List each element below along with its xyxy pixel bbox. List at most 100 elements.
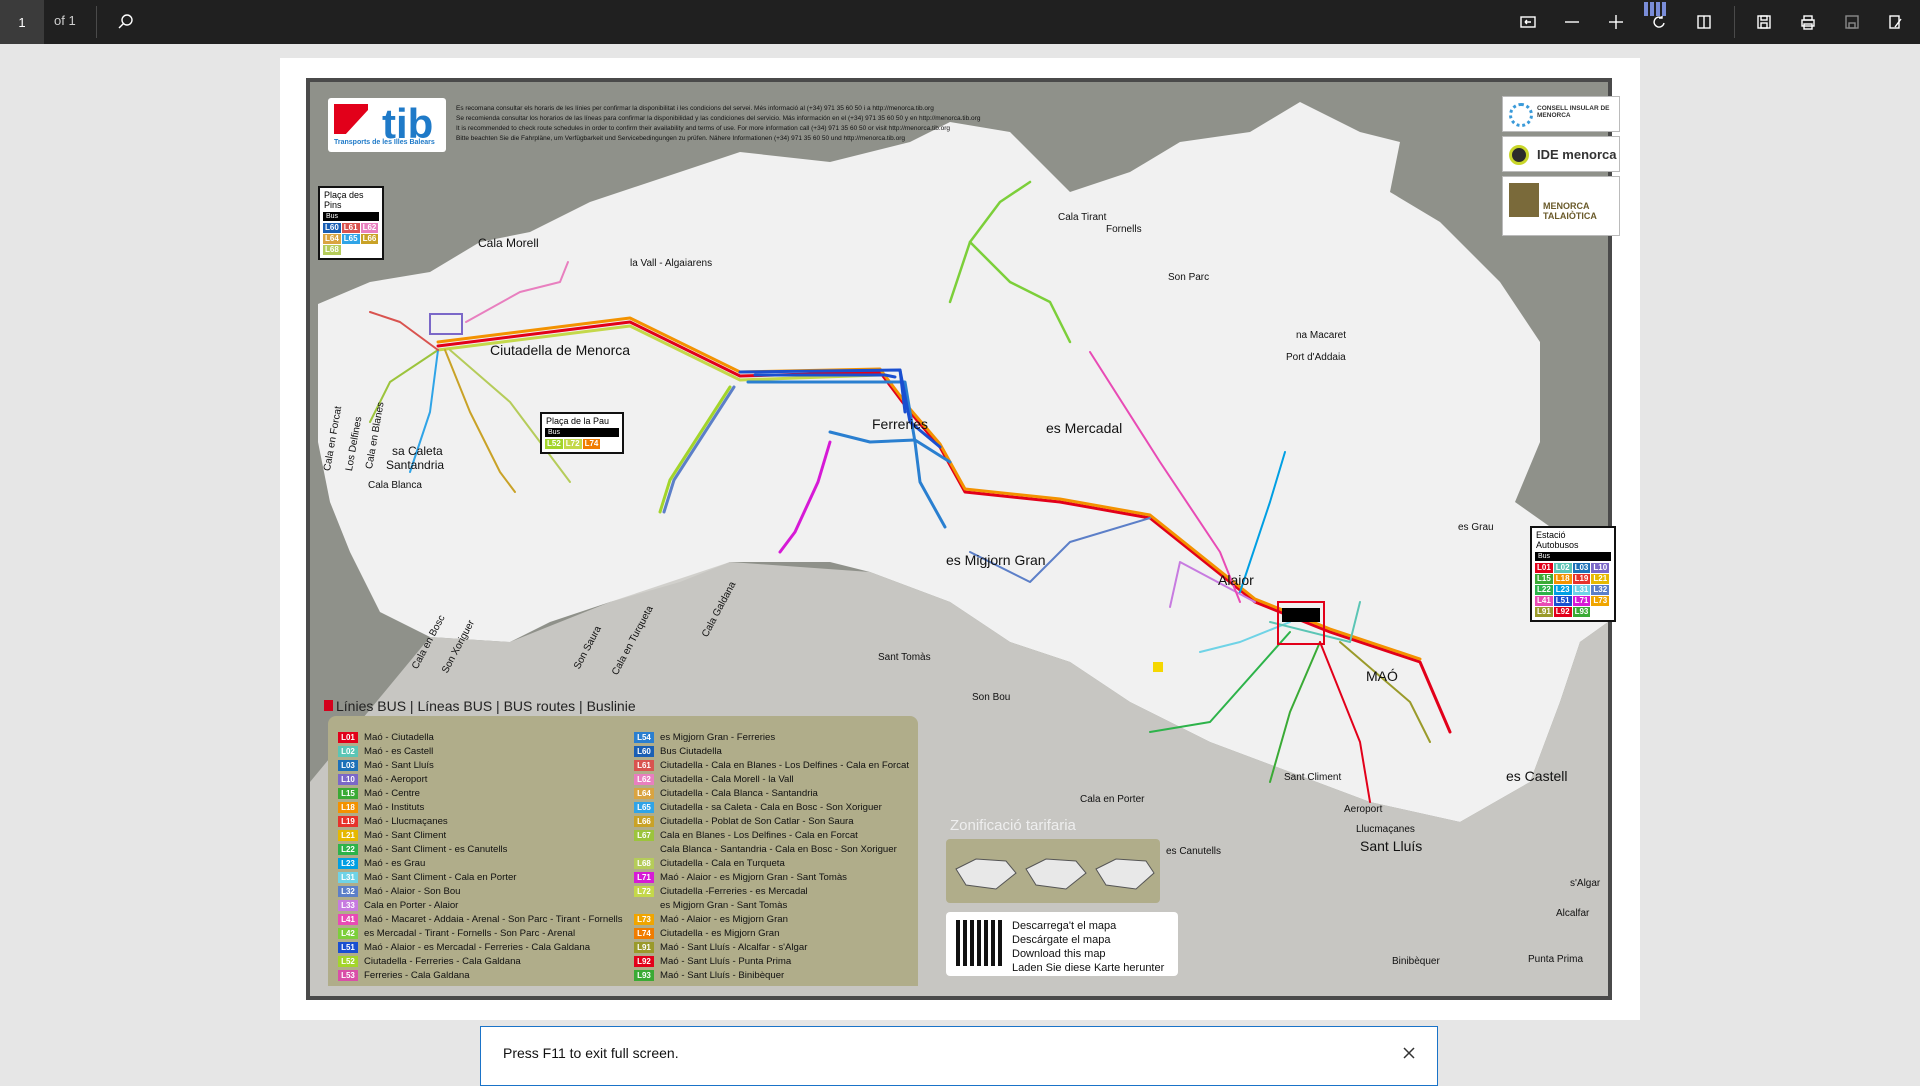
place-alcalfar: Alcalfar bbox=[1556, 908, 1590, 919]
legend-route-name: Maó - Alaior - es Migjorn Gran - Sant To… bbox=[660, 871, 847, 883]
legend-row: L23 Maó - es Grau bbox=[338, 856, 425, 870]
line-chip: L51 bbox=[1553, 596, 1572, 606]
legend-route-name: Ciutadella - Cala Blanca - Santandria bbox=[660, 787, 818, 799]
download-ca: Descarrega't el mapa bbox=[1012, 920, 1117, 932]
legend-line-code: L68 bbox=[634, 857, 654, 869]
legend-route-name: Ciutadella - sa Caleta - Cala en Bosc - … bbox=[660, 801, 882, 813]
legend-row: L92 Maó - Sant Lluís - Punta Prima bbox=[634, 954, 791, 968]
disclaimer-es: Se recomienda consultar los horarios de … bbox=[456, 115, 981, 122]
legend-row: L02 Maó - es Castell bbox=[338, 744, 433, 758]
legend-row: L10 Maó - Aeroport bbox=[338, 772, 427, 786]
legend-route-name: Cala Blanca - Santandria - Cala en Bosc … bbox=[660, 843, 897, 855]
save-icon bbox=[1757, 15, 1771, 29]
line-chip: L65 bbox=[341, 234, 360, 244]
stop-box-bus-label: Bus bbox=[1535, 552, 1611, 561]
legend-line-code: L03 bbox=[338, 759, 358, 771]
legend-line-code: L71 bbox=[634, 871, 654, 883]
place-cala-blanca: Cala Blanca bbox=[368, 480, 422, 491]
legend-route-name: Maó - Aeroport bbox=[364, 773, 428, 785]
page-number-input[interactable]: 1 bbox=[0, 0, 44, 44]
place-es-canutells: es Canutells bbox=[1166, 846, 1222, 857]
two-page-icon bbox=[1697, 15, 1711, 29]
legend-row: Cala Blanca - Santandria - Cala en Bosc … bbox=[634, 842, 897, 856]
line-chip: L64 bbox=[323, 234, 341, 244]
toolbar-divider bbox=[1734, 6, 1735, 38]
legend-line-code: L74 bbox=[634, 927, 654, 939]
legend-line-code: L15 bbox=[338, 787, 358, 799]
stop-box-title: Plaça des Pins bbox=[324, 190, 364, 210]
legend-row: L72 Ciutadella -Ferreries - es Mercadal bbox=[634, 884, 808, 898]
edit-button[interactable] bbox=[1880, 6, 1912, 38]
legend-route-name: Maó - Alaior - es Migjorn Gran bbox=[660, 913, 788, 925]
stop-box-title: Plaça de la Pau bbox=[546, 416, 610, 426]
legend-line-code: L18 bbox=[338, 801, 358, 813]
legend-line-code: L23 bbox=[338, 857, 358, 869]
legend-line-code: L19 bbox=[338, 815, 358, 827]
legend-route-name: Cala en Porter - Alaior bbox=[364, 899, 459, 911]
place-biniebequer: Binibèquer bbox=[1392, 956, 1440, 967]
toolbar-divider bbox=[96, 6, 97, 38]
legend-line-code: L72 bbox=[634, 885, 654, 897]
line-chip: L72 bbox=[563, 439, 582, 449]
legend-row: L18 Maó - Instituts bbox=[338, 800, 424, 814]
zoom-out-button[interactable] bbox=[1556, 6, 1588, 38]
line-chip: L31 bbox=[1572, 585, 1591, 595]
legend-route-name: Maó - Sant Climent - es Canutells bbox=[364, 843, 508, 855]
legend-route-name: Maó - Ciutadella bbox=[364, 731, 434, 743]
legend-row: L41 Maó - Macaret - Addaia - Arenal - Son… bbox=[338, 912, 623, 926]
line-chip: L03 bbox=[1572, 563, 1591, 573]
legend-route-name: es Mercadal - Tirant - Fornells - Son Pa… bbox=[364, 927, 576, 939]
pages-grid-icon bbox=[1644, 2, 1666, 16]
legend-row: L60 Bus Ciutadella bbox=[634, 744, 722, 758]
save-button[interactable] bbox=[1748, 6, 1780, 38]
legend-row: L03 Maó - Sant Lluís bbox=[338, 758, 434, 772]
line-chip: L66 bbox=[360, 234, 379, 244]
legend-row: L31 Maó - Sant Climent - Cala en Porter bbox=[338, 870, 517, 884]
line-chip: L32 bbox=[1591, 585, 1610, 595]
legend-row: L53 Ferreries - Cala Galdana bbox=[338, 968, 470, 982]
line-chip: L21 bbox=[1591, 574, 1610, 584]
legend-row: L62 Ciutadella - Cala Morell - la Vall bbox=[634, 772, 794, 786]
place-es-castell: es Castell bbox=[1506, 768, 1568, 784]
fit-page-button[interactable] bbox=[1512, 6, 1544, 38]
place-sant-tomas: Sant Tomàs bbox=[878, 652, 931, 663]
legend-route-name: Maó - Sant Climent bbox=[364, 829, 447, 841]
line-chip: L92 bbox=[1553, 607, 1572, 617]
legend-route-name: Maó - Sant Lluís - Alcalfar - s'Algar bbox=[660, 941, 808, 953]
fit-page-icon bbox=[1520, 16, 1536, 28]
legend-line-code: L21 bbox=[338, 829, 358, 841]
zoom-in-icon bbox=[1609, 15, 1623, 29]
legend-row: L74 Ciutadella - es Migjorn Gran bbox=[634, 926, 779, 940]
legend-line-code: L73 bbox=[634, 913, 654, 925]
legend-row: L42 es Mercadal - Tirant - Fornells - Son… bbox=[338, 926, 575, 940]
legend-row: L15 Maó - Centre bbox=[338, 786, 420, 800]
close-icon[interactable] bbox=[1399, 1043, 1419, 1063]
two-page-button[interactable] bbox=[1688, 6, 1720, 38]
place-la-vall: la Vall - Algaiarens bbox=[630, 258, 713, 269]
place-aeroport: Aeroport bbox=[1344, 804, 1383, 815]
legend-row: L93 Maó - Sant Lluís - Binibèquer bbox=[634, 968, 784, 982]
save-as-button[interactable] bbox=[1836, 6, 1868, 38]
place-es-migjorn-gran: es Migjorn Gran bbox=[946, 552, 1046, 568]
place-fornells: Fornells bbox=[1106, 224, 1142, 235]
legend-line-code: L31 bbox=[338, 871, 358, 883]
legend-row: L91 Maó - Sant Lluís - Alcalfar - s'Algar bbox=[634, 940, 807, 954]
legend-line-code: L53 bbox=[338, 969, 358, 981]
tib-logo: tib Transports de les Illes Balears bbox=[328, 98, 446, 152]
legend-row: L61 Ciutadella - Cala en Blanes - Los Del… bbox=[634, 758, 909, 772]
zoom-in-button[interactable] bbox=[1600, 6, 1632, 38]
legend-row: L73 Maó - Alaior - es Migjorn Gran bbox=[634, 912, 788, 926]
stop-box-estacio-autobusos: Estació Autobusos Bus L01 L02 L03 L10 L15 L18… bbox=[1530, 526, 1616, 622]
legend-row: L71 Maó - Alaior - es Migjorn Gran - Sant… bbox=[634, 870, 847, 884]
search-button[interactable] bbox=[110, 6, 142, 38]
legend-row: L65 Ciutadella - sa Caleta - Cala en Bosc… bbox=[634, 800, 882, 814]
line-chip: L02 bbox=[1553, 563, 1572, 573]
stop-box-lines: L01 L02 L03 L10 L15 L18 L19 L21 L22 L23 L31 L32 L41 L… bbox=[1532, 561, 1614, 620]
print-button[interactable] bbox=[1792, 6, 1824, 38]
legend-route-name: Cala en Blanes - Los Delfines - Cala en … bbox=[660, 829, 858, 841]
place-punta-prima: Punta Prima bbox=[1528, 954, 1584, 965]
line-chip: L68 bbox=[323, 245, 341, 255]
legend-route-name: Maó - Alaior - es Mercadal - Ferreries -… bbox=[364, 941, 591, 953]
place-sa-caleta: sa Caleta bbox=[392, 444, 443, 458]
legend-route-name: Ciutadella - Ferreries - Cala Galdana bbox=[364, 955, 521, 967]
